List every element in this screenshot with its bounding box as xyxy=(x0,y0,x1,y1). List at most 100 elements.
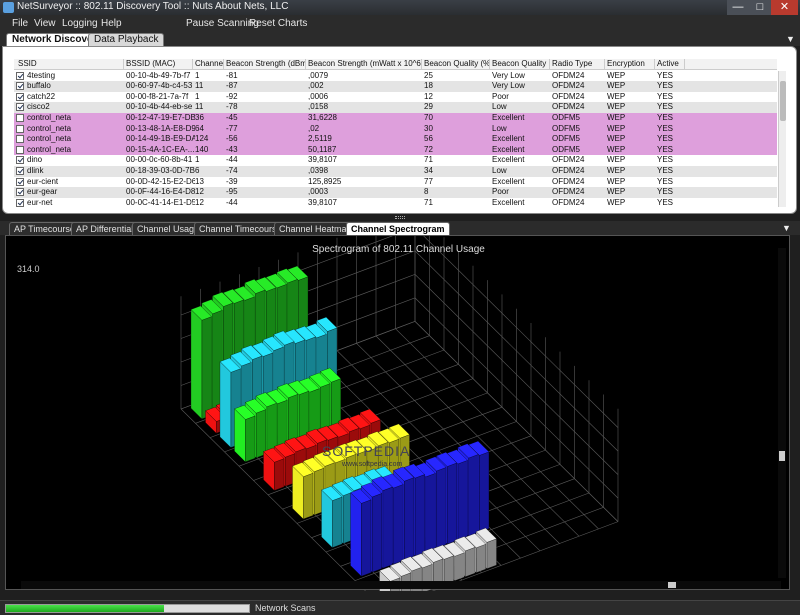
row-checkbox[interactable] xyxy=(16,92,24,101)
column-header[interactable]: Channel xyxy=(193,59,224,70)
row-checkbox[interactable] xyxy=(16,103,24,112)
column-header[interactable]: BSSID (MAC) xyxy=(124,59,193,70)
cell-active: YES xyxy=(657,144,674,154)
cell-enc: WEP xyxy=(607,70,626,80)
row-checkbox[interactable] xyxy=(16,188,24,197)
cell-channel: 6 xyxy=(195,166,200,175)
tab-channel-timecourse[interactable]: Channel Timecourse xyxy=(194,222,287,235)
chart-panel-menu-arrow-icon[interactable]: ▼ xyxy=(782,223,791,233)
top-tab-strip: Network Discovery Data Playback ▼ xyxy=(0,32,800,46)
cell-qpct: 12 xyxy=(424,91,433,101)
table-row[interactable]: cisco2 00-10-4b-44-eb-se 11 -78 ,0158 29 Low OF… xyxy=(14,102,777,113)
cell-quality: Excellent xyxy=(492,176,525,186)
cell-enc: WEP xyxy=(607,102,626,112)
column-header[interactable]: Beacon Quality xyxy=(490,59,550,70)
row-checkbox[interactable] xyxy=(16,71,24,80)
cell-radio: OFDM24 xyxy=(552,91,585,101)
grid-scrollbar-thumb[interactable] xyxy=(780,81,786,121)
column-header[interactable]: Encryption xyxy=(605,59,655,70)
cell-radio: ODFM5 xyxy=(552,144,580,154)
table-row[interactable]: dino 00-00-0c-60-8b-41 1 -44 39,8107 71 Excell… xyxy=(14,155,777,166)
grid-header-row: SSID BSSID (MAC) Channel Beacon Strength (d… xyxy=(14,59,777,70)
network-discovery-panel: SSID BSSID (MAC) Channel Beacon Strength (d… xyxy=(2,46,797,214)
menu-view[interactable]: View xyxy=(34,18,56,29)
chart-hscroll-thumb[interactable] xyxy=(668,582,676,588)
column-header[interactable]: Beacon Quality (%) xyxy=(422,59,490,70)
cell-quality: Very Low xyxy=(492,70,525,80)
row-checkbox[interactable] xyxy=(16,135,24,144)
cell-mw: 50,1187 xyxy=(308,144,337,154)
column-header[interactable]: Active xyxy=(655,59,685,70)
menu-file[interactable]: File xyxy=(12,18,28,29)
tab-ap-differential[interactable]: AP Differential xyxy=(71,222,139,235)
column-header[interactable]: SSID xyxy=(16,59,124,70)
row-checkbox[interactable] xyxy=(16,177,24,186)
chart-vscroll-thumb[interactable] xyxy=(779,451,785,461)
panel-menu-arrow-icon[interactable]: ▼ xyxy=(786,34,795,44)
table-row[interactable]: control_neta 00-14-49-1B-E9-DA 124 -56 2,511… xyxy=(14,134,777,145)
reset-charts-button[interactable]: Reset Charts xyxy=(249,18,307,29)
tab-data-playback[interactable]: Data Playback xyxy=(88,33,165,46)
cell-channel: 1 xyxy=(195,70,200,80)
cell-quality: Excellent xyxy=(492,155,525,165)
cell-radio: OFDM24 xyxy=(552,197,585,207)
row-checkbox[interactable] xyxy=(16,167,24,175)
column-header[interactable]: Beacon Strength (mWatt x 10^6) xyxy=(306,59,422,70)
grid-scrollbar[interactable] xyxy=(778,71,786,207)
table-row[interactable]: dlink 00-18-39-03-0D-7B 6 -74 ,0398 34 Low OFDM… xyxy=(14,166,777,177)
cell-bssid: 00-10-4b-44-eb-se xyxy=(126,102,193,112)
menu-help[interactable]: Help xyxy=(101,18,122,29)
table-row[interactable]: 4testing 00-10-4b-49-7b-f7 1 -81 ,0079 25 Very… xyxy=(14,70,777,82)
bar-ch1 xyxy=(190,309,203,420)
bar-side-ch12 xyxy=(468,454,479,537)
table-row[interactable]: control_neta 00-13-48-1A-E8-D9 64 -77 ,02 30 L… xyxy=(14,123,777,135)
table-row[interactable]: catch22 00-00-f8-21-7a-7f 1 -92 ,0006 12 Poor O… xyxy=(14,91,777,103)
column-header[interactable]: Beacon Strength (dBm) xyxy=(224,59,306,70)
bar-side-ch12 xyxy=(457,460,468,541)
tab-channel-spectrogram[interactable]: Channel Spectrogram xyxy=(346,222,450,235)
bar-side-ch12 xyxy=(361,499,372,577)
spectrogram-chart xyxy=(180,236,619,591)
row-checkbox[interactable] xyxy=(16,82,24,91)
cell-enc: WEP xyxy=(607,197,626,207)
cell-active: YES xyxy=(657,155,674,165)
bar-side-ch12 xyxy=(414,474,425,557)
row-checkbox[interactable] xyxy=(16,198,24,207)
column-header[interactable]: Radio Type xyxy=(550,59,605,70)
chart-vertical-scrollbar[interactable] xyxy=(778,248,786,578)
minimize-button[interactable]: — xyxy=(727,0,749,15)
maximize-button[interactable]: □ xyxy=(749,0,771,15)
app-window: NetSurveyor :: 802.11 Discovery Tool :: … xyxy=(0,0,800,615)
panel-splitter[interactable] xyxy=(395,216,405,219)
close-button[interactable]: ✕ xyxy=(771,0,798,15)
menu-logging[interactable]: Logging xyxy=(62,18,98,29)
chart-horizontal-scrollbar[interactable] xyxy=(21,581,781,589)
pause-scanning-button[interactable]: Pause Scanning xyxy=(186,18,259,29)
table-row[interactable]: eur-gear 00-0F-44-16-E4-D8 12 -95 ,0003 8 Poor… xyxy=(14,187,777,198)
cell-qpct: 25 xyxy=(424,70,433,80)
scan-progress-fill xyxy=(6,605,164,612)
row-checkbox[interactable] xyxy=(16,145,24,154)
status-bar: Network Scans xyxy=(0,600,800,615)
network-grid: SSID BSSID (MAC) Channel Beacon Strength (d… xyxy=(14,59,777,207)
cell-dbm: -74 xyxy=(226,166,238,175)
row-checkbox[interactable] xyxy=(16,114,24,122)
table-row[interactable]: control_neta 00-12-47-19-E7-DB 36 -45 31,622… xyxy=(14,113,777,124)
table-row[interactable]: eur-net 00-0C-41-14-E1-D5 12 -44 39,8107 71 Ex… xyxy=(14,197,777,207)
chart-title: Spectrogram of 802.11 Channel Usage xyxy=(312,244,485,255)
bar-side-ch14 xyxy=(465,547,476,577)
table-row[interactable]: buffalo 00-60-97-4b-c4-53 11 -87 ,002 18 Very … xyxy=(14,81,777,92)
row-checkbox[interactable] xyxy=(16,156,24,165)
table-row[interactable]: eur-cient 00-0D-42-15-E2-D6 13 -39 125,8925 7… xyxy=(14,176,777,188)
cell-ssid: cisco2 xyxy=(27,102,50,112)
bar-side-ch12 xyxy=(371,493,382,573)
cell-mw: 31,6228 xyxy=(308,113,337,122)
cell-bssid: 00-60-97-4b-c4-53 xyxy=(126,81,193,91)
row-checkbox[interactable] xyxy=(16,124,24,133)
table-row[interactable]: control_neta 00-15-4A-1C-EA-... 140 -43 50,1… xyxy=(14,144,777,156)
cell-quality: Excellent xyxy=(492,144,525,154)
tab-ap-timecourse[interactable]: AP Timecourse xyxy=(9,222,80,235)
cell-qpct: 77 xyxy=(424,176,433,186)
cell-channel: 124 xyxy=(195,134,209,144)
tab-channel-heatmap[interactable]: Channel Heatmap xyxy=(274,222,357,235)
